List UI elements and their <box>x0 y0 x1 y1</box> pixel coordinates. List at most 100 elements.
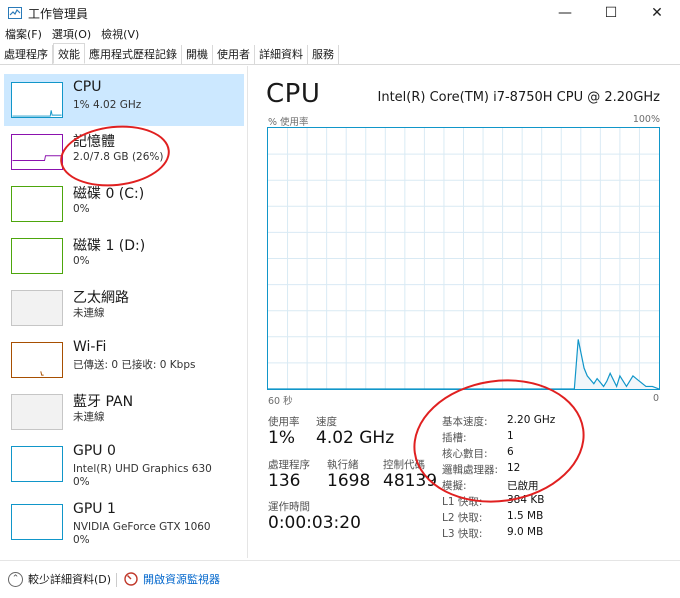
sidebar-item-label: GPU 0 <box>73 443 116 459</box>
sidebar-item-label: 磁碟 1 (D:) <box>73 238 146 254</box>
x-axis-right-label: 0 <box>653 393 660 404</box>
memory-thumbnail-graph <box>11 134 63 170</box>
sidebar-item-value: 0% <box>73 203 90 215</box>
sidebar-item-value-2: 0% <box>73 476 90 488</box>
sidebar-item-value-2: 0% <box>73 534 90 546</box>
sidebar-item-disk-0[interactable]: 磁碟 0 (C:) 0% <box>4 178 244 230</box>
cpu-model-name: Intel(R) Core(TM) i7-8750H CPU @ 2.20GHz <box>377 90 661 105</box>
x-axis-left-label: 60 秒 <box>268 396 293 407</box>
sidebar-item-gpu-0[interactable]: GPU 0 Intel(R) UHD Graphics 630 0% <box>4 438 244 490</box>
menu-view[interactable]: 檢視(V) <box>96 26 144 44</box>
y-axis-max-label: 100% <box>632 114 660 125</box>
sidebar-item-label: 乙太網路 <box>73 290 129 306</box>
sidebar-item-label: Wi-Fi <box>73 339 107 355</box>
processes-label: 處理程序 <box>268 459 310 471</box>
minimize-button[interactable]: — <box>542 0 588 26</box>
spec-value: 已啟用 <box>507 480 539 492</box>
disk-1-thumbnail-graph <box>11 238 63 274</box>
sidebar-item-wifi[interactable]: Wi-Fi 已傳送: 0 已接收: 0 Kbps <box>4 334 244 386</box>
sidebar-item-value: NVIDIA GeForce GTX 1060 <box>73 521 211 533</box>
spec-label: 核心數目: <box>442 448 488 460</box>
usage-value: 1% <box>268 428 295 448</box>
spec-value: 2.20 GHz <box>507 414 556 426</box>
sidebar-item-memory[interactable]: 記憶體 2.0/7.8 GB (26%) <box>4 126 244 178</box>
wifi-thumbnail-graph <box>11 342 63 378</box>
spec-label: L3 快取: <box>442 528 483 540</box>
y-axis-label: % 使用率 <box>268 117 309 128</box>
divider <box>116 573 117 587</box>
usage-label: 使用率 <box>268 416 300 428</box>
tab-services[interactable]: 服務 <box>308 45 339 64</box>
tab-users[interactable]: 使用者 <box>213 45 255 64</box>
sidebar-item-label: CPU <box>73 79 102 95</box>
tab-performance[interactable]: 效能 <box>53 43 85 64</box>
maximize-button[interactable]: ☐ <box>588 0 634 26</box>
sidebar-item-gpu-1[interactable]: GPU 1 NVIDIA GeForce GTX 1060 0% <box>4 496 244 548</box>
sidebar-item-value: 已傳送: 0 已接收: 0 Kbps <box>73 359 196 371</box>
sidebar-item-label: 藍牙 PAN <box>73 394 134 410</box>
sidebar-item-disk-1[interactable]: 磁碟 1 (D:) 0% <box>4 230 244 282</box>
resource-monitor-label: 開啟資源監視器 <box>143 573 220 586</box>
menu-options[interactable]: 選項(O) <box>47 26 96 44</box>
sidebar-item-value: 未連線 <box>73 307 105 319</box>
uptime-value: 0:00:03:20 <box>268 513 361 533</box>
spec-value: 1.5 MB <box>507 510 544 522</box>
spec-label: 模擬: <box>442 480 467 492</box>
gpu-1-thumbnail-graph <box>11 504 63 540</box>
threads-value: 1698 <box>327 471 371 491</box>
ethernet-thumbnail-graph <box>11 290 63 326</box>
speed-label: 速度 <box>316 416 337 428</box>
sidebar-item-bluetooth-pan[interactable]: 藍牙 PAN 未連線 <box>4 386 244 438</box>
chevron-up-icon: ⌃ <box>8 571 23 587</box>
tab-bar: 處理程序 效能 應用程式歷程記錄 開機 使用者 詳細資料 服務 <box>0 43 680 65</box>
bottom-bar: ⌃ 較少詳細資料(D) 開啟資源監視器 <box>0 560 680 598</box>
menu-bar: 檔案(F) 選項(O) 檢視(V) <box>0 26 144 44</box>
cpu-usage-graph <box>267 127 660 390</box>
title-bar: 工作管理員 — ☐ ✕ <box>0 0 680 26</box>
resource-monitor-icon <box>124 572 138 586</box>
gpu-0-thumbnail-graph <box>11 446 63 482</box>
speed-value: 4.02 GHz <box>316 428 395 448</box>
threads-label: 執行緒 <box>327 459 359 471</box>
sidebar-item-value: Intel(R) UHD Graphics 630 <box>73 463 212 475</box>
spec-value: 384 KB <box>507 494 545 506</box>
fewer-details-button[interactable]: ⌃ 較少詳細資料(D) <box>8 571 111 587</box>
tab-processes[interactable]: 處理程序 <box>0 45 53 64</box>
tab-startup[interactable]: 開機 <box>182 45 213 64</box>
handles-label: 控制代碼 <box>383 459 425 471</box>
sidebar-item-ethernet[interactable]: 乙太網路 未連線 <box>4 282 244 334</box>
sidebar-item-label: GPU 1 <box>73 501 116 517</box>
tab-details[interactable]: 詳細資料 <box>255 45 308 64</box>
spec-value: 1 <box>507 430 514 442</box>
sidebar-item-value: 未連線 <box>73 411 105 423</box>
spec-value: 12 <box>507 462 521 474</box>
task-manager-icon <box>8 7 22 19</box>
open-resource-monitor-link[interactable]: 開啟資源監視器 <box>124 571 220 587</box>
spec-value: 6 <box>507 446 514 458</box>
close-button[interactable]: ✕ <box>634 0 680 26</box>
sidebar-item-label: 記憶體 <box>73 134 115 150</box>
sidebar-item-cpu[interactable]: CPU 1% 4.02 GHz <box>4 74 244 126</box>
spec-label: 插槽: <box>442 432 467 444</box>
sidebar-item-value: 2.0/7.8 GB (26%) <box>73 151 164 163</box>
sidebar-item-value: 1% 4.02 GHz <box>73 99 142 111</box>
cpu-thumbnail-graph <box>11 82 63 118</box>
specs-highlight-ellipse <box>405 368 593 514</box>
resource-sidebar: CPU 1% 4.02 GHz 記憶體 2.0/7.8 GB (26%) 磁碟 … <box>0 66 248 558</box>
spec-label: 基本速度: <box>442 416 488 428</box>
bluetooth-thumbnail-graph <box>11 394 63 430</box>
processes-value: 136 <box>268 471 301 491</box>
menu-file[interactable]: 檔案(F) <box>0 26 47 44</box>
sidebar-item-value: 0% <box>73 255 90 267</box>
sidebar-item-label: 磁碟 0 (C:) <box>73 186 145 202</box>
spec-label: L2 快取: <box>442 512 483 524</box>
handles-value: 48139 <box>383 471 438 491</box>
disk-0-thumbnail-graph <box>11 186 63 222</box>
tab-app-history[interactable]: 應用程式歷程記錄 <box>85 45 182 64</box>
spec-label: 邏輯處理器: <box>442 464 499 476</box>
page-title: CPU <box>266 79 321 109</box>
window-title: 工作管理員 <box>28 6 89 21</box>
uptime-label: 運作時間 <box>268 501 310 513</box>
spec-label: L1 快取: <box>442 496 483 508</box>
fewer-details-label: 較少詳細資料(D) <box>28 573 112 586</box>
